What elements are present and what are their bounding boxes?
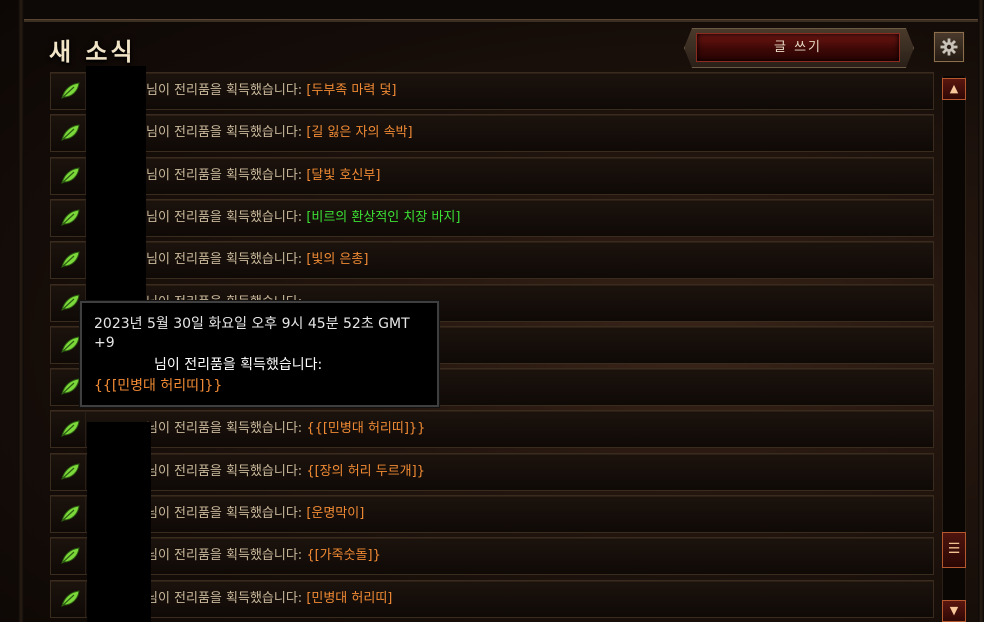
tooltip-item-name: {{[민병대 허리띠]}}	[94, 378, 223, 394]
loot-message: 님이 전리품을 획득했습니다:	[146, 421, 307, 436]
frame-left-border	[18, 0, 24, 622]
item-link[interactable]: [민병대 허리띠]	[306, 591, 392, 606]
write-post-button[interactable]: 글 쓰기	[696, 33, 900, 62]
feed-row-text: 님이 전리품을 획득했습니다: [운명막이]	[146, 496, 364, 532]
item-link[interactable]: {[가죽숫돌]}	[306, 548, 381, 563]
frame-right-border	[978, 0, 984, 622]
scroll-up-button[interactable]: ▲	[942, 78, 966, 100]
loot-message: 님이 전리품을 획득했습니다:	[146, 591, 307, 606]
feed-row-text: 님이 전리품을 획득했습니다: [민병대 허리띠]	[146, 581, 392, 617]
leaf-icon	[51, 538, 86, 574]
settings-button[interactable]	[934, 32, 964, 62]
loot-message: 님이 전리품을 획득했습니다:	[146, 506, 307, 521]
item-link[interactable]: {{[민병대 허리띠]}}	[306, 421, 425, 436]
leaf-icon	[51, 454, 86, 490]
loot-message: 님이 전리품을 획득했습니다:	[146, 252, 307, 267]
feed-row[interactable]: 님이 전리품을 획득했습니다: [두부족 마력 덫]	[50, 72, 934, 110]
scroll-down-button[interactable]: ▼	[942, 600, 966, 622]
loot-tooltip: 2023년 5월 30일 화요일 오후 9시 45분 52초 GMT +9 님이…	[80, 301, 439, 407]
feed-row-text: 님이 전리품을 획득했습니다: [비르의 환상적인 치장 바지]	[146, 200, 460, 236]
feed-row[interactable]: 님이 전리품을 획득했습니다: [비르의 환상적인 치장 바지]	[50, 199, 934, 237]
tooltip-message: 님이 전리품을 획득했습니다:	[154, 357, 323, 373]
redacted-name-block	[86, 66, 146, 302]
leaf-icon	[51, 115, 86, 151]
leaf-icon	[51, 73, 86, 109]
loot-message: 님이 전리품을 획득했습니다:	[146, 168, 307, 183]
feed-row-text: 님이 전리품을 획득했습니다: {[장의 허리 두르개]}	[146, 454, 425, 490]
item-link[interactable]: [길 잃은 자의 속박]	[306, 125, 412, 140]
item-link[interactable]: {[장의 허리 두르개]}	[306, 464, 425, 479]
feed-row[interactable]: 님이 전리품을 획득했습니다: [빛의 은총]	[50, 241, 934, 279]
item-link[interactable]: [운명막이]	[306, 506, 364, 521]
loot-message: 님이 전리품을 획득했습니다:	[146, 548, 307, 563]
feed-row[interactable]: 님이 전리품을 획득했습니다: {{[민병대 허리띠]}}	[50, 410, 934, 448]
leaf-icon	[51, 242, 86, 278]
feed-row[interactable]: 님이 전리품을 획득했습니다: [길 잃은 자의 속박]	[50, 114, 934, 152]
top-panel-strip	[24, 0, 978, 22]
leaf-icon	[51, 158, 86, 194]
loot-message: 님이 전리품을 획득했습니다:	[146, 210, 307, 225]
page-title: 새 소식	[49, 38, 136, 66]
grip-icon: ☰	[947, 541, 961, 557]
leaf-icon	[51, 581, 86, 617]
loot-message: 님이 전리품을 획득했습니다:	[146, 464, 307, 479]
leaf-icon	[51, 496, 86, 532]
feed-row-text: 님이 전리품을 획득했습니다: {[가죽숫돌]}	[146, 538, 381, 574]
feed-row-text: 님이 전리품을 획득했습니다: [달빛 호신부]	[146, 158, 380, 194]
feed-row-text: 님이 전리품을 획득했습니다: [길 잃은 자의 속박]	[146, 115, 413, 151]
loot-message: 님이 전리품을 획득했습니다:	[146, 125, 307, 140]
feed-row[interactable]: 님이 전리품을 획득했습니다: [달빛 호신부]	[50, 157, 934, 195]
gear-icon	[940, 38, 958, 56]
feed-row-text: 님이 전리품을 획득했습니다: {{[민병대 허리띠]}}	[146, 411, 425, 447]
item-link[interactable]: [두부족 마력 덫]	[306, 83, 396, 98]
redacted-name-block	[87, 422, 151, 622]
loot-message: 님이 전리품을 획득했습니다:	[146, 83, 307, 98]
tooltip-timestamp: 2023년 5월 30일 화요일 오후 9시 45분 52초 GMT +9	[94, 316, 410, 351]
feed-row-text: 님이 전리품을 획득했습니다: [두부족 마력 덫]	[146, 73, 396, 109]
feed-row[interactable]: 님이 전리품을 획득했습니다: [운명막이]	[50, 495, 934, 533]
feed-row-text: 님이 전리품을 획득했습니다: [빛의 은총]	[146, 242, 368, 278]
feed-row[interactable]: 님이 전리품을 획득했습니다: {[장의 허리 두르개]}	[50, 453, 934, 491]
feed-row[interactable]: 님이 전리품을 획득했습니다: {[가죽숫돌]}	[50, 537, 934, 575]
item-link[interactable]: [비르의 환상적인 치장 바지]	[306, 210, 460, 225]
scrollbar-thumb[interactable]: ☰	[942, 532, 966, 568]
item-link[interactable]: [빛의 은총]	[306, 252, 368, 267]
leaf-icon	[51, 200, 86, 236]
item-link[interactable]: [달빛 호신부]	[306, 168, 380, 183]
feed-row[interactable]: 님이 전리품을 획득했습니다: [민병대 허리띠]	[50, 580, 934, 618]
leaf-icon	[51, 411, 86, 447]
